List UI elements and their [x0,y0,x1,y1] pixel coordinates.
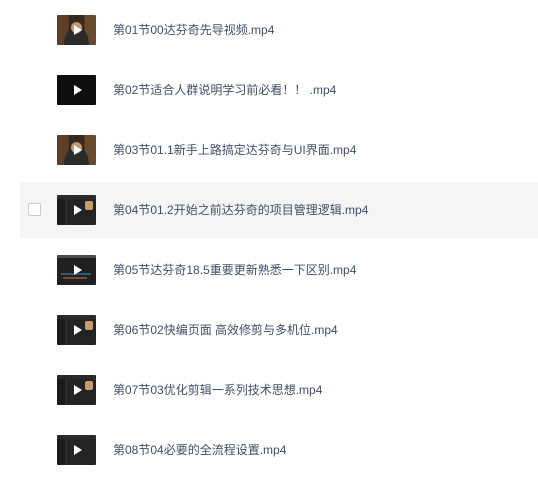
video-thumbnail-icon[interactable] [57,435,96,465]
video-thumbnail-icon[interactable] [57,15,96,45]
file-list: 第01节00达芬奇先导视频.mp4 第02节适合人群说明学习前必看！！ .mp4… [0,0,538,487]
file-name[interactable]: 第02节适合人群说明学习前必看！！ .mp4 [113,82,336,98]
play-icon [73,205,82,215]
play-icon [73,325,82,335]
thumbnail-accent [85,321,93,330]
video-thumbnail-icon[interactable] [57,195,96,225]
file-row[interactable]: 第01节00达芬奇先导视频.mp4 [20,2,538,58]
video-thumbnail-icon[interactable] [57,255,96,285]
video-thumbnail-icon[interactable] [57,135,96,165]
file-name[interactable]: 第03节01.1新手上路搞定达芬奇与UI界面.mp4 [113,142,356,158]
file-name[interactable]: 第08节04必要的全流程设置.mp4 [113,442,286,458]
play-icon [73,445,82,455]
thumbnail-accent [85,381,93,390]
file-row[interactable]: 第05节达芬奇18.5重要更新熟悉一下区别.mp4 [20,242,538,298]
video-thumbnail-icon[interactable] [57,375,96,405]
file-row[interactable]: 第02节适合人群说明学习前必看！！ .mp4 [20,62,538,118]
file-name[interactable]: 第07节03优化剪辑一系列技术思想.mp4 [113,382,322,398]
file-row[interactable]: 第04节01.2开始之前达芬奇的项目管理逻辑.mp4 [20,182,538,238]
play-icon [73,145,82,155]
play-icon [73,385,82,395]
file-row[interactable]: 第06节02快编页面 高效修剪与多机位.mp4 [20,302,538,358]
file-row[interactable]: 第07节03优化剪辑一系列技术思想.mp4 [20,362,538,418]
file-row[interactable]: 第08节04必要的全流程设置.mp4 [20,422,538,478]
play-icon [73,25,82,35]
file-row[interactable]: 第03节01.1新手上路搞定达芬奇与UI界面.mp4 [20,122,538,178]
video-thumbnail-icon[interactable] [57,315,96,345]
row-checkbox[interactable] [28,203,41,216]
thumbnail-accent [85,201,93,210]
video-thumbnail-icon[interactable] [57,75,96,105]
file-name[interactable]: 第05节达芬奇18.5重要更新熟悉一下区别.mp4 [113,262,356,278]
play-icon [73,265,82,275]
play-icon [73,85,82,95]
file-name[interactable]: 第01节00达芬奇先导视频.mp4 [113,22,274,38]
file-name[interactable]: 第06节02快编页面 高效修剪与多机位.mp4 [113,322,338,338]
file-name[interactable]: 第04节01.2开始之前达芬奇的项目管理逻辑.mp4 [113,202,368,218]
